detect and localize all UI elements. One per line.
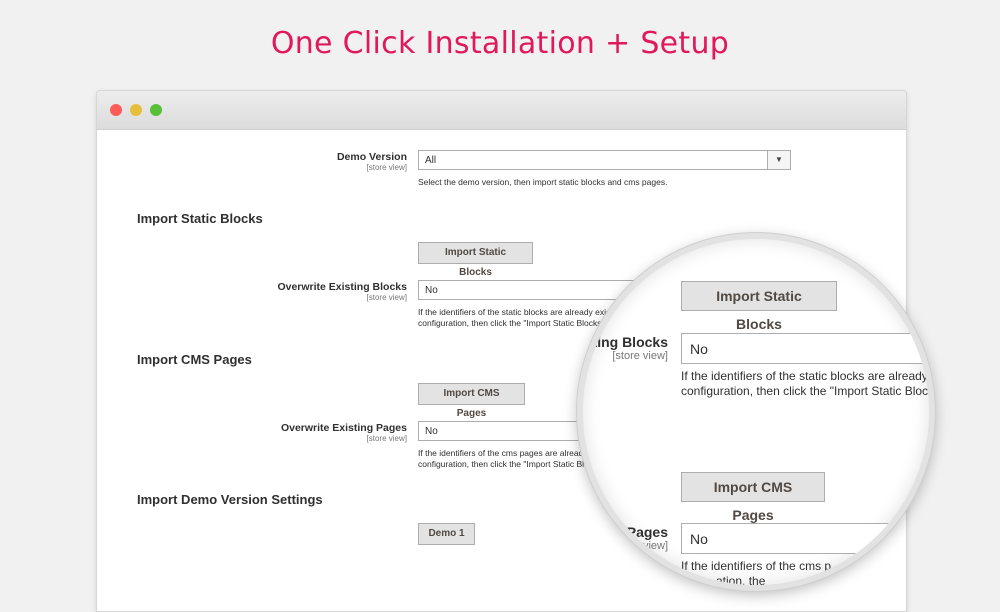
magnified-pages-note-line2: ation, the: [716, 574, 766, 588]
overwrite-blocks-label: Overwrite Existing Blocks: [277, 281, 407, 293]
overwrite-blocks-scope: [store view]: [366, 293, 407, 302]
demo-version-value: All: [425, 155, 437, 166]
magnified-import-static-blocks-button[interactable]: Import Static Blocks: [681, 281, 837, 332]
window-titlebar: [97, 91, 906, 130]
magnified-blocks-note-line2: configuration, then click the "Import St…: [681, 384, 935, 398]
overwrite-pages-label: Overwrite Existing Pages: [280, 422, 407, 434]
demo-1-button[interactable]: Demo 1: [418, 523, 475, 545]
close-window-icon[interactable]: [110, 104, 122, 116]
magnified-overwrite-pages-scope: view]: [642, 540, 668, 552]
magnified-content: Import Static Blocks ting Blocks [store …: [583, 239, 935, 588]
import-static-blocks-button[interactable]: Import Static Blocks: [418, 242, 533, 278]
demo-version-label: Demo Version: [336, 151, 407, 163]
magnified-overwrite-pages-select[interactable]: No: [681, 523, 929, 554]
demo-version-note: Select the demo version, then import sta…: [418, 177, 668, 187]
overwrite-blocks-note-line2: configuration, then click the "Import St…: [418, 318, 605, 328]
cms-pages-section-title: Import CMS Pages: [137, 352, 252, 367]
demo-settings-section-title: Import Demo Version Settings: [137, 492, 323, 507]
magnifier-lens: Import Static Blocks ting Blocks [store …: [577, 233, 935, 591]
overwrite-blocks-value: No: [425, 285, 438, 296]
magnified-overwrite-pages-value: No: [690, 531, 708, 547]
magnified-import-cms-pages-button[interactable]: Import CMS Pages: [681, 472, 825, 523]
overwrite-pages-value: No: [425, 426, 438, 437]
magnified-pages-note-line1: If the identifiers of the cms p: [681, 559, 832, 573]
demo-version-scope: [store view]: [366, 163, 407, 172]
overwrite-blocks-note-line1: If the identifiers of the static blocks …: [418, 307, 611, 317]
maximize-window-icon[interactable]: [150, 104, 162, 116]
magnified-overwrite-blocks-scope: [store view]: [612, 350, 668, 362]
static-blocks-section-title: Import Static Blocks: [137, 211, 263, 226]
magnified-overwrite-blocks-value: No: [690, 341, 708, 357]
headline: One Click Installation + Setup: [270, 26, 730, 61]
magnified-blocks-note-line1: If the identifiers of the static blocks …: [681, 369, 928, 383]
magnified-overwrite-pages-label: Pages: [626, 524, 668, 540]
overwrite-pages-note-line1: If the identifiers of the cms pages are …: [418, 448, 588, 458]
demo-version-select[interactable]: All ▼: [418, 150, 791, 170]
overwrite-pages-note-line2: configuration, then click the "Import St…: [418, 459, 589, 469]
magnified-overwrite-blocks-select[interactable]: No: [681, 333, 929, 364]
chevron-down-icon: ▼: [767, 151, 790, 169]
overwrite-pages-scope: [store view]: [366, 434, 407, 443]
import-cms-pages-button[interactable]: Import CMS Pages: [418, 383, 525, 419]
magnified-overwrite-blocks-label: ting Blocks: [592, 334, 668, 350]
minimize-window-icon[interactable]: [130, 104, 142, 116]
